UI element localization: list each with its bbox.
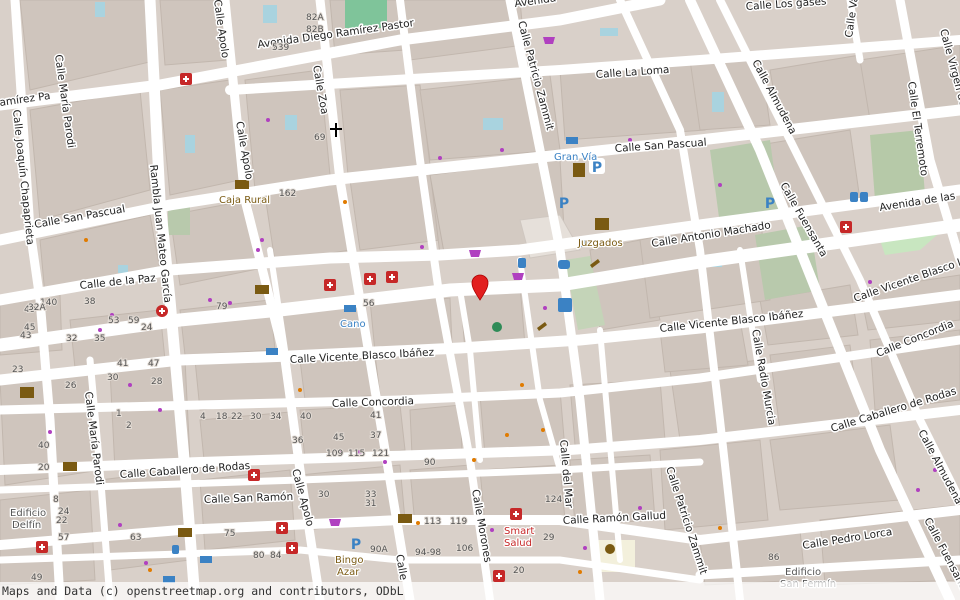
house-number: 30 [107, 373, 119, 383]
bus-stop-icon[interactable] [172, 545, 179, 554]
bank-icon[interactable] [235, 180, 249, 189]
house-number: 75 [224, 529, 235, 539]
house-number: 26 [65, 381, 77, 391]
bank-icon[interactable] [398, 514, 412, 523]
house-number: 106 [456, 544, 473, 554]
house-number: 24 [141, 323, 153, 333]
taxi-icon[interactable] [558, 260, 570, 269]
house-number: 23 [12, 365, 23, 375]
house-number: 115 [348, 449, 365, 459]
svg-text:P: P [765, 196, 775, 212]
hotel-icon[interactable] [266, 348, 278, 355]
house-number: 56 [363, 299, 375, 309]
house-number: 28 [151, 377, 163, 387]
shop-icon[interactable] [512, 273, 524, 280]
shop-icon[interactable] [543, 37, 555, 44]
house-number: 35 [94, 334, 105, 344]
house-number: 20 [38, 463, 50, 473]
poi-label: Caja Rural [219, 195, 270, 206]
house-number: 40 [38, 441, 50, 451]
house-number: 4 [200, 412, 206, 422]
house-number: 30 [318, 490, 330, 500]
courthouse-icon[interactable] [595, 218, 609, 230]
hotel-icon[interactable] [200, 556, 212, 563]
house-number: 90 [424, 458, 436, 468]
house-number: 29 [543, 533, 555, 543]
house-number: 57 [58, 533, 69, 543]
map-canvas[interactable]: P P P P Avenida Diego Ramírez Pastor Ave… [0, 0, 960, 600]
house-number: 31 [365, 499, 376, 509]
house-number: 22 [231, 412, 242, 422]
house-number: 41 [370, 411, 381, 421]
hotel-icon[interactable] [344, 305, 356, 312]
house-number: 162 [279, 189, 296, 199]
bank-icon[interactable] [178, 528, 192, 537]
house-number: 18 [216, 412, 228, 422]
house-number: 37 [370, 431, 381, 441]
house-number: 1 [116, 409, 122, 419]
house-number: 2 [126, 421, 132, 431]
house-number: 53 [108, 316, 119, 326]
house-number: 36 [292, 436, 304, 446]
house-number: 113 [424, 517, 441, 527]
map-view[interactable]: P P P P Avenida Diego Ramírez Pastor Ave… [0, 0, 960, 600]
house-number: 82A [306, 13, 324, 23]
house-number: 59 [128, 316, 140, 326]
house-number: 69 [314, 133, 326, 143]
shop-icon[interactable] [469, 250, 481, 257]
poi-label: Salud [504, 538, 532, 549]
svg-text:P: P [559, 196, 569, 212]
bus-station-icon[interactable] [558, 298, 572, 312]
house-number: 109 [326, 449, 343, 459]
house-number: 94-98 [415, 548, 441, 558]
bank-icon[interactable] [255, 285, 269, 294]
house-number: 43 [20, 331, 31, 341]
house-number: 47 [148, 359, 159, 369]
house-number: 34 [270, 412, 282, 422]
house-number: 40 [300, 412, 312, 422]
house-number: 53 [272, 43, 283, 53]
house-number: 121 [372, 449, 389, 459]
house-number: 79 [216, 302, 228, 312]
house-number: 45 [333, 433, 344, 443]
house-number: 20 [513, 566, 525, 576]
poi-label: Delfín [12, 519, 41, 531]
poi-label: Juzgados [577, 238, 623, 249]
house-number: 32 [66, 334, 77, 344]
house-number: 38 [84, 297, 96, 307]
playground-icon[interactable] [605, 544, 615, 554]
house-number: 30 [250, 412, 262, 422]
parking-icon[interactable]: P [765, 196, 775, 212]
recycling-icon[interactable] [492, 322, 502, 332]
bus-stop-icon[interactable] [518, 258, 526, 268]
poi-label: Azar [337, 567, 360, 578]
house-number: 90A [370, 545, 388, 555]
post-office-icon[interactable] [63, 462, 77, 471]
house-number: 80 [253, 551, 265, 561]
house-number: 32A [28, 303, 46, 313]
poi-label: Gran Vía [554, 151, 597, 163]
poi-label: Smart [504, 526, 534, 537]
poi-label: Bingo [335, 555, 363, 566]
house-number: 124 [545, 495, 562, 505]
parking-icon[interactable]: P [559, 196, 569, 212]
house-number: 84 [270, 551, 282, 561]
house-number: 63 [130, 533, 141, 543]
poi-label: Edificio [10, 508, 46, 519]
house-number: 8 [53, 495, 59, 505]
museum-icon[interactable] [573, 163, 585, 177]
map-attribution[interactable]: Maps and Data (c) openstreetmap.org and … [0, 582, 960, 600]
parking-icon[interactable]: P [351, 537, 361, 553]
house-number: 86 [768, 553, 780, 563]
hotel-icon[interactable] [566, 137, 578, 144]
library-icon[interactable] [20, 387, 34, 398]
house-number: 22 [56, 516, 67, 526]
poi-label: Edificio [785, 567, 821, 578]
house-number: 119 [450, 517, 467, 527]
house-number: 82B [306, 25, 324, 35]
poi-label: Cano [340, 319, 366, 330]
svg-text:P: P [351, 537, 361, 553]
shop-icon[interactable] [329, 519, 341, 526]
house-number: 41 [117, 359, 128, 369]
